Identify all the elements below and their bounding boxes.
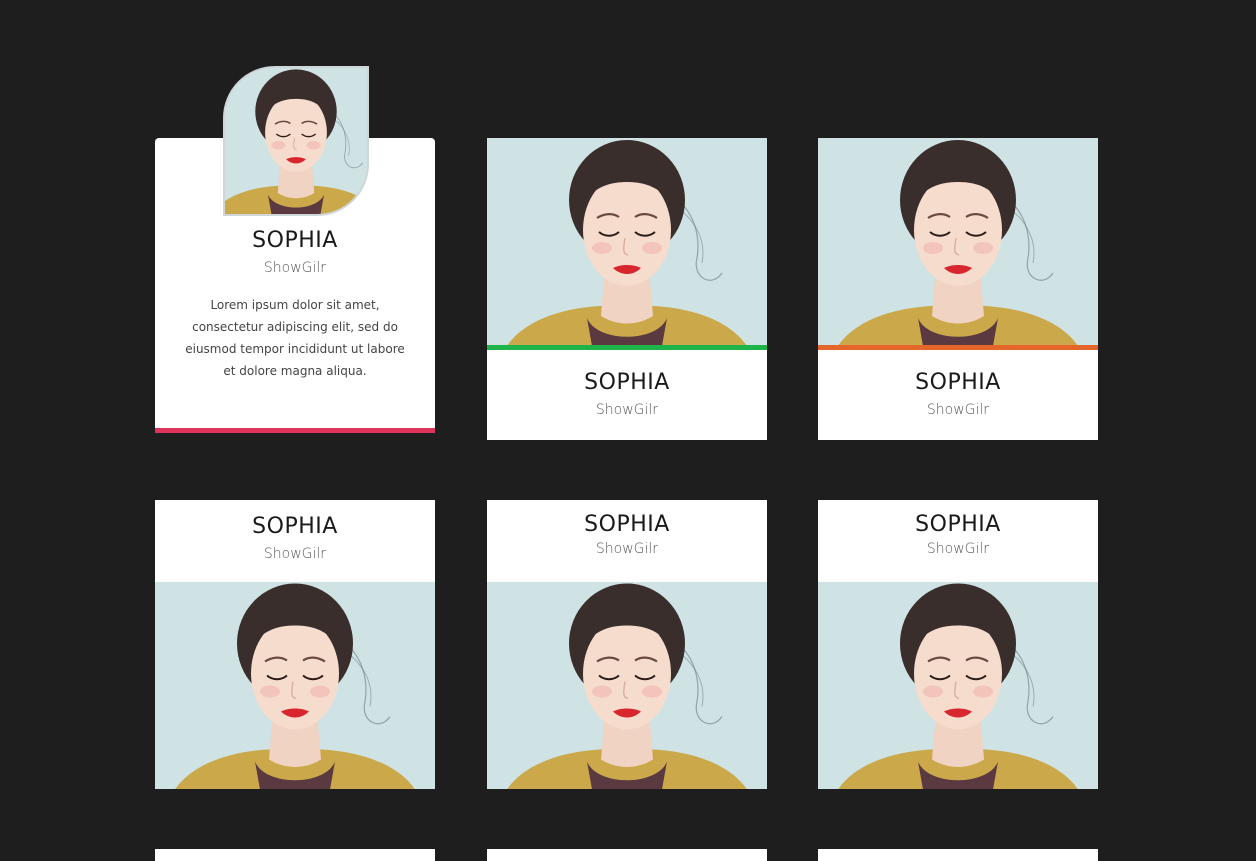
member-photo bbox=[155, 582, 435, 789]
member-role: ShowGilr bbox=[263, 546, 327, 562]
member-description: Lorem ipsum dolor sit amet, consectetur … bbox=[185, 298, 405, 378]
team-card-5[interactable]: SOPHIA ShowGilr bbox=[487, 500, 767, 789]
profile-avatar bbox=[223, 66, 369, 216]
member-photo bbox=[818, 138, 1098, 346]
member-role: ShowGilr bbox=[926, 402, 990, 418]
team-card-4[interactable]: SOPHIA ShowGilr bbox=[155, 500, 435, 789]
team-card-7[interactable] bbox=[155, 849, 435, 861]
accent-bar bbox=[155, 428, 435, 433]
member-photo bbox=[818, 582, 1098, 789]
member-role: ShowGilr bbox=[595, 541, 659, 557]
accent-bar bbox=[487, 345, 767, 350]
member-photo bbox=[487, 138, 767, 346]
member-name: SOPHIA bbox=[915, 370, 1001, 395]
team-card-3[interactable]: SOPHIA ShowGilr bbox=[818, 138, 1098, 440]
member-name: SOPHIA bbox=[584, 370, 670, 395]
member-role: ShowGilr bbox=[595, 402, 659, 418]
member-role: ShowGilr bbox=[926, 541, 990, 557]
member-name: SOPHIA bbox=[584, 512, 670, 537]
member-name: SOPHIA bbox=[915, 512, 1001, 537]
team-card-gallery: SOPHIA ShowGilr Lorem ipsum dolor sit am… bbox=[0, 0, 1256, 861]
accent-bar bbox=[818, 345, 1098, 350]
team-card-1[interactable]: SOPHIA ShowGilr Lorem ipsum dolor sit am… bbox=[155, 66, 435, 433]
team-card-2[interactable]: SOPHIA ShowGilr bbox=[487, 138, 767, 440]
member-role: ShowGilr bbox=[263, 260, 327, 276]
member-name: SOPHIA bbox=[252, 228, 338, 253]
member-photo bbox=[487, 582, 767, 789]
team-card-6[interactable]: SOPHIA ShowGilr bbox=[818, 500, 1098, 789]
member-name: SOPHIA bbox=[252, 514, 338, 539]
team-card-8[interactable] bbox=[487, 849, 767, 861]
team-card-9[interactable] bbox=[818, 849, 1098, 861]
